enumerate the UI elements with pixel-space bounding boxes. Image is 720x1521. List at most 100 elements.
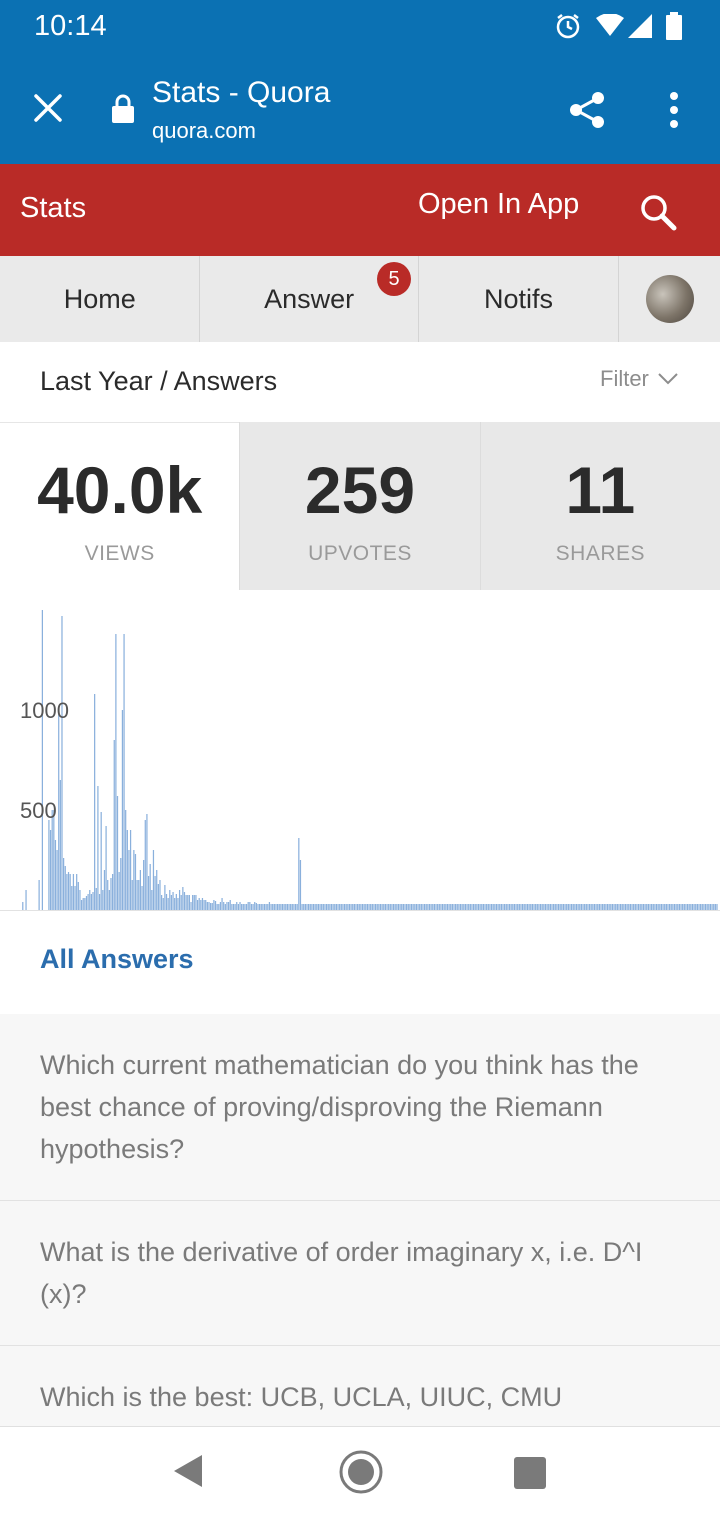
chart-bar xyxy=(651,904,653,910)
chart-bar xyxy=(80,900,83,910)
chart-bar xyxy=(259,904,261,910)
chart-bar xyxy=(72,874,75,910)
chart-bar xyxy=(245,904,248,910)
chart-bar xyxy=(446,904,449,910)
chart-bar xyxy=(562,904,565,910)
chart-bar xyxy=(281,904,284,910)
chart-bar xyxy=(592,904,594,910)
chart-bar xyxy=(597,904,599,910)
chart-bar xyxy=(278,904,280,910)
chart-bar xyxy=(85,896,88,910)
chart-bar xyxy=(714,904,716,910)
status-time: 10:14 xyxy=(34,10,107,42)
chart-bar xyxy=(38,880,40,910)
chart-bar xyxy=(87,894,89,910)
chart-bar xyxy=(370,904,372,910)
chart-bar xyxy=(306,904,308,910)
chart-bar xyxy=(409,904,411,910)
chart-bar xyxy=(361,904,364,910)
chart-bar xyxy=(342,904,344,910)
chart-bar xyxy=(107,880,109,910)
chart-bar xyxy=(453,904,455,910)
chart-bar xyxy=(598,904,600,910)
chart-bar xyxy=(324,904,326,910)
chart-bar xyxy=(94,694,96,910)
share-button[interactable] xyxy=(566,88,610,132)
stat-views[interactable]: 40.0k VIEWS xyxy=(0,422,239,590)
chart-bar xyxy=(58,710,60,910)
chart-bar xyxy=(339,904,341,910)
chart-bar xyxy=(340,904,342,910)
chart-bar xyxy=(574,904,576,910)
chart-bar xyxy=(388,904,390,910)
recent-apps-icon[interactable] xyxy=(514,1457,546,1489)
chart-bar xyxy=(190,902,192,910)
chart-bar xyxy=(417,904,419,910)
chart-bar xyxy=(214,901,217,910)
chart-bar xyxy=(156,870,158,910)
chart-bar xyxy=(683,904,685,910)
chart-bar xyxy=(553,904,555,910)
chart-bar xyxy=(484,904,486,910)
chart-bar xyxy=(624,904,627,910)
chart-bar xyxy=(188,895,190,910)
chart-bar xyxy=(285,904,287,910)
chart-bar xyxy=(183,892,186,910)
chart-bar xyxy=(539,904,542,910)
chart-bar xyxy=(693,904,695,910)
chart-bar xyxy=(685,904,687,910)
chart-bar xyxy=(637,904,640,910)
home-icon[interactable] xyxy=(338,1449,384,1495)
answer-item[interactable]: Which current mathematician do you think… xyxy=(0,1014,720,1201)
search-button[interactable] xyxy=(636,190,680,234)
chart-bar xyxy=(172,892,174,910)
filter-button[interactable]: Filter xyxy=(600,366,679,392)
chart-bar xyxy=(383,904,385,910)
chart-bar xyxy=(677,904,679,910)
chart-bar xyxy=(386,904,388,910)
chart-bar xyxy=(445,904,447,910)
chart-bar xyxy=(490,904,493,910)
tab-home[interactable]: Home xyxy=(0,256,201,342)
chart-bar xyxy=(406,904,408,910)
chart-bar xyxy=(102,890,104,910)
chart-bar xyxy=(469,904,471,910)
chart-bar xyxy=(538,904,540,910)
chart-bar xyxy=(497,904,499,910)
back-icon[interactable] xyxy=(170,1451,206,1491)
chart-bar xyxy=(430,904,432,910)
chart-bar xyxy=(123,634,125,910)
close-button[interactable] xyxy=(26,86,70,130)
chart-bar xyxy=(115,634,117,910)
chart-bar xyxy=(564,904,566,910)
chart-bar xyxy=(695,904,697,910)
all-answers-link[interactable]: All Answers xyxy=(40,944,194,975)
chart-bar xyxy=(64,866,66,910)
answer-item[interactable]: Which is the best: UCB, UCLA, UIUC, CMU xyxy=(0,1346,720,1426)
close-icon xyxy=(34,94,62,122)
chart-bar xyxy=(481,904,483,910)
chart-bar xyxy=(161,895,163,910)
chart-bar xyxy=(502,904,504,910)
stat-shares[interactable]: 11 SHARES xyxy=(479,422,720,590)
chart-bar xyxy=(358,904,360,910)
chart-bar xyxy=(608,904,610,910)
tab-notifs[interactable]: Notifs xyxy=(419,256,620,342)
open-in-app-link[interactable]: Open In App xyxy=(418,188,579,221)
stat-upvotes[interactable]: 259 UPVOTES xyxy=(239,422,480,590)
answer-item[interactable]: What is the derivative of order imaginar… xyxy=(0,1201,720,1346)
chart-bar xyxy=(404,904,406,910)
chart-bar xyxy=(525,904,527,910)
chart-bar xyxy=(136,880,138,910)
chart-bar xyxy=(680,904,682,910)
chart-bar xyxy=(262,904,264,910)
chart-bar xyxy=(508,904,511,910)
chart-bar xyxy=(296,904,298,910)
chart-bar xyxy=(468,904,470,910)
tab-profile[interactable] xyxy=(619,256,720,342)
chart-bar xyxy=(149,864,151,910)
chart-bar xyxy=(412,904,414,910)
filter-label: Filter xyxy=(600,366,649,391)
chart-bar xyxy=(414,904,416,910)
more-options-button[interactable] xyxy=(660,88,688,132)
